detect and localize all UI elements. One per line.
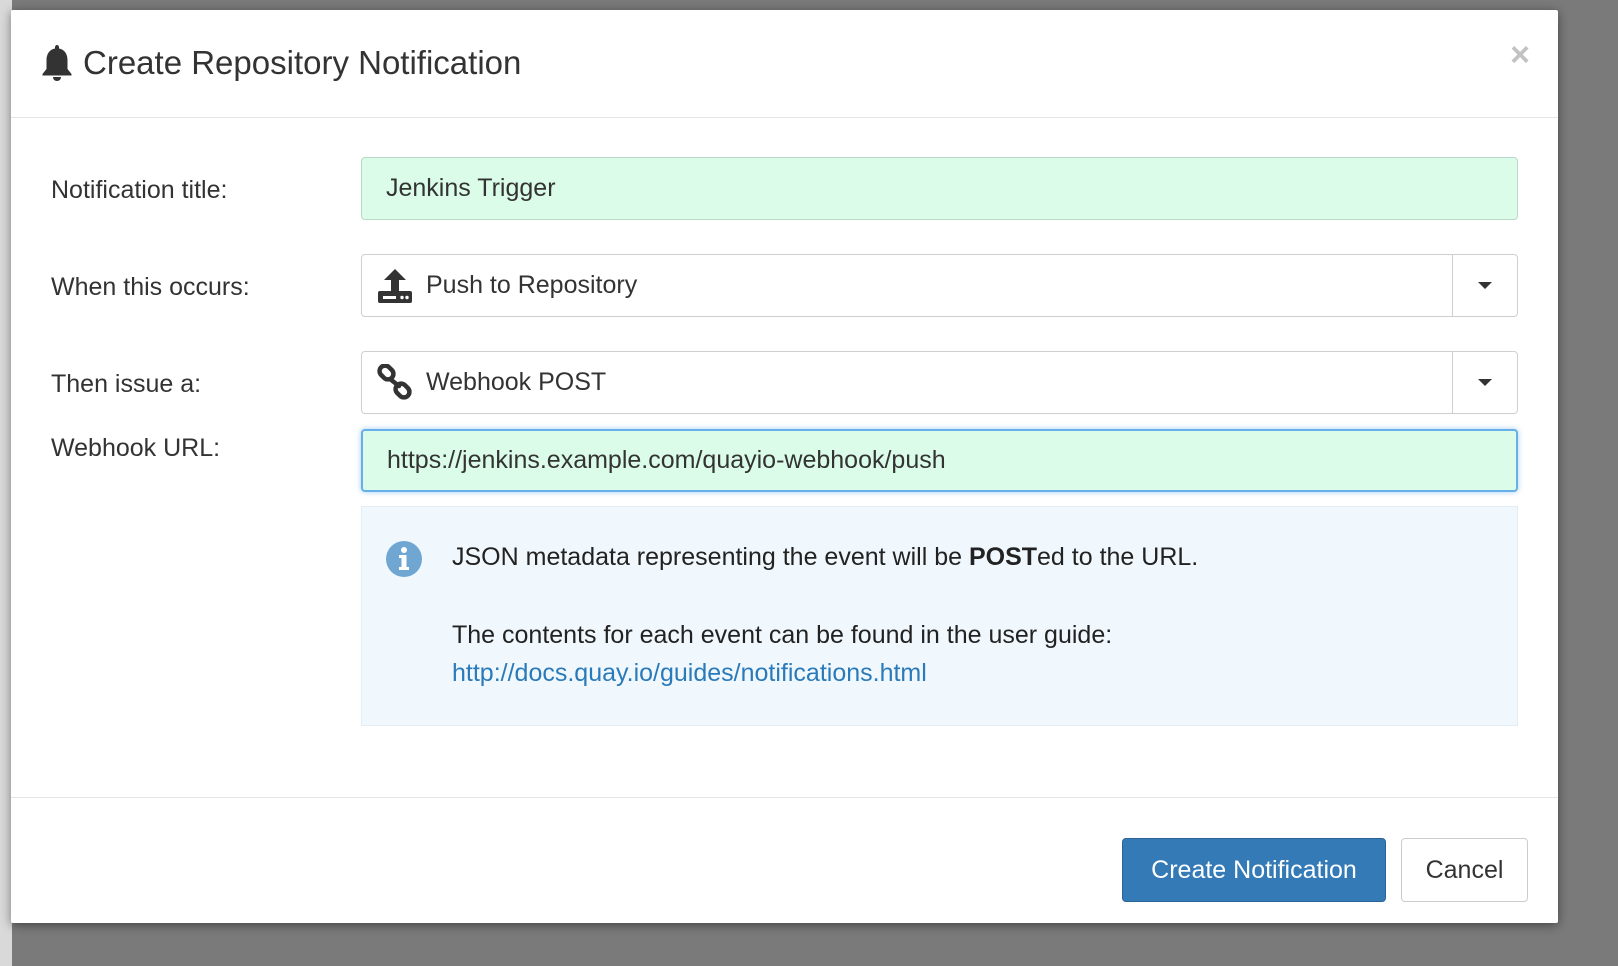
- method-select[interactable]: Webhook POST: [361, 351, 1518, 414]
- notification-title-field: [361, 157, 1518, 220]
- info-box: JSON metadata representing the event wil…: [361, 506, 1518, 726]
- caret-down-icon: [1478, 282, 1492, 289]
- event-select[interactable]: Push to Repository: [361, 254, 1518, 317]
- cancel-button[interactable]: Cancel: [1401, 838, 1528, 902]
- create-notification-dialog: Create Repository Notification × Notific…: [11, 10, 1558, 923]
- info-line-2: The contents for each event can be found…: [452, 621, 1113, 649]
- info-line-1-bold: POST: [968, 543, 1038, 571]
- dialog-title: Create Repository Notification: [83, 44, 522, 81]
- link-icon: [377, 363, 412, 400]
- modal-title: Create Repository Notification: [41, 44, 521, 82]
- close-button[interactable]: ×: [1510, 38, 1530, 72]
- event-select-value[interactable]: Push to Repository: [362, 255, 1452, 316]
- create-notification-button[interactable]: Create Notification: [1122, 838, 1386, 902]
- event-selected-text: Push to Repository: [426, 271, 638, 299]
- upload-icon: [378, 268, 412, 303]
- bell-icon: [42, 45, 72, 81]
- info-line-1: JSON metadata representing the event wil…: [452, 543, 1198, 572]
- method-dropdown-toggle[interactable]: [1452, 352, 1517, 413]
- notification-title-label: Notification title:: [51, 176, 228, 204]
- info-line-1-end: ed to the URL.: [1037, 543, 1199, 571]
- webhook-url-field: [361, 429, 1518, 492]
- webhook-url-label: Webhook URL:: [51, 434, 221, 462]
- method-selected-text: Webhook POST: [426, 368, 607, 396]
- event-label: When this occurs:: [51, 273, 250, 301]
- method-select-value[interactable]: Webhook POST: [362, 352, 1452, 413]
- notification-title-input[interactable]: [362, 158, 1517, 219]
- event-dropdown-toggle[interactable]: [1452, 255, 1517, 316]
- user-guide-link[interactable]: http://docs.quay.io/guides/notifications…: [452, 659, 927, 688]
- info-line-1-start: JSON metadata representing the event wil…: [452, 543, 969, 571]
- modal-footer: Create Notification Cancel: [11, 797, 1558, 924]
- method-label: Then issue a:: [51, 370, 202, 398]
- info-icon: [386, 541, 422, 577]
- webhook-url-input[interactable]: [363, 431, 1516, 490]
- modal-header: Create Repository Notification ×: [11, 10, 1558, 118]
- caret-down-icon: [1478, 379, 1492, 386]
